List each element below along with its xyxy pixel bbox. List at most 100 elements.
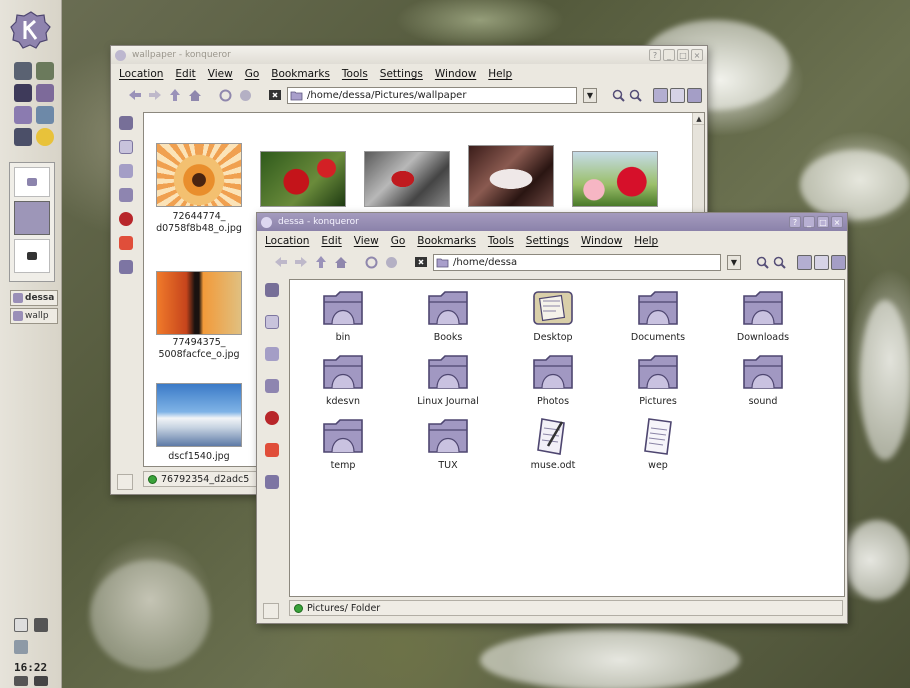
location-dropdown-button[interactable]: ▼	[583, 87, 597, 103]
help-button[interactable]: ?	[649, 49, 661, 61]
network-sidebar-icon[interactable]	[119, 236, 133, 250]
zoom-in-icon[interactable]	[611, 88, 626, 103]
maximize-button[interactable]: □	[677, 49, 689, 61]
globe-icon[interactable]	[36, 106, 54, 124]
up-arrow-icon[interactable]	[167, 87, 183, 103]
window-titlebar[interactable]: dessa - konqueror ? _ □ ×	[257, 213, 847, 231]
file-item-photos[interactable]: Photos	[503, 352, 603, 407]
bookmarks-icon[interactable]	[265, 283, 279, 297]
menu-edit[interactable]: Edit	[321, 235, 341, 247]
clock[interactable]: 16:22	[14, 661, 47, 674]
menu-help[interactable]: Help	[634, 235, 658, 247]
file-item-downloads[interactable]: Downloads	[713, 288, 813, 343]
terminal-icon[interactable]	[14, 62, 32, 80]
devices-icon[interactable]	[265, 315, 279, 329]
home-folder-icon[interactable]	[265, 379, 279, 393]
thumbnail-image[interactable]	[156, 143, 242, 207]
window-titlebar[interactable]: wallpaper - konqueror ? _ □ ×	[111, 46, 707, 64]
thumbnail-image[interactable]	[364, 151, 450, 207]
bookmarks-icon[interactable]	[119, 116, 133, 130]
file-icon-view[interactable]: bin Books Desktop Documents Downloads kd…	[289, 279, 845, 597]
thumbnail-image[interactable]	[572, 151, 658, 207]
taskbar-button-dessa[interactable]: dessa	[10, 290, 58, 306]
stop-icon[interactable]	[237, 87, 253, 103]
status-toggle[interactable]	[263, 603, 279, 619]
user-icon[interactable]	[14, 676, 28, 686]
reload-icon[interactable]	[363, 254, 379, 270]
menu-window[interactable]: Window	[581, 235, 622, 247]
history-icon[interactable]	[265, 347, 279, 361]
help-button[interactable]: ?	[789, 216, 801, 228]
close-button[interactable]: ×	[831, 216, 843, 228]
forward-arrow-icon[interactable]	[293, 254, 309, 270]
menu-view[interactable]: View	[208, 68, 233, 80]
tree-view-icon[interactable]	[687, 87, 702, 103]
menu-location[interactable]: Location	[265, 235, 309, 247]
lock-icon[interactable]	[34, 676, 48, 686]
zoom-out-icon[interactable]	[772, 255, 787, 270]
close-button[interactable]: ×	[691, 49, 703, 61]
menu-tools[interactable]: Tools	[342, 68, 368, 80]
thumbnail-image[interactable]	[156, 271, 242, 335]
file-item-tux[interactable]: TUX	[398, 416, 498, 471]
detail-view-icon[interactable]	[814, 254, 829, 270]
root-folder-icon[interactable]	[119, 260, 133, 274]
virtual-desktop-pager[interactable]	[9, 162, 55, 282]
menu-settings[interactable]: Settings	[526, 235, 569, 247]
forward-arrow-icon[interactable]	[147, 87, 163, 103]
home-icon[interactable]	[333, 254, 349, 270]
file-item-kdesvn[interactable]: kdesvn	[293, 352, 393, 407]
package-icon[interactable]	[36, 84, 54, 102]
file-item-muse-odt[interactable]: muse.odt	[503, 416, 603, 471]
thumbnail-image[interactable]	[260, 151, 346, 207]
home-icon[interactable]	[187, 87, 203, 103]
kde-menu-button[interactable]	[10, 10, 52, 50]
file-item-documents[interactable]: Documents	[608, 288, 708, 343]
network-icon[interactable]	[36, 62, 54, 80]
help-icon[interactable]	[36, 128, 54, 146]
taskbar-button-wallpaper[interactable]: wallp	[10, 308, 58, 324]
file-item-temp[interactable]: temp	[293, 416, 393, 471]
menu-edit[interactable]: Edit	[175, 68, 195, 80]
volume-icon[interactable]	[34, 618, 48, 632]
calculator-icon[interactable]	[14, 128, 32, 146]
clear-location-icon[interactable]	[413, 254, 429, 270]
location-input[interactable]: /home/dessa/Pictures/wallpaper	[287, 86, 577, 104]
menu-settings[interactable]: Settings	[380, 68, 423, 80]
menu-bookmarks[interactable]: Bookmarks	[271, 68, 330, 80]
editor-icon[interactable]	[14, 106, 32, 124]
back-arrow-icon[interactable]	[127, 87, 143, 103]
file-item-sound[interactable]: sound	[713, 352, 813, 407]
file-item-linux-journal[interactable]: Linux Journal	[398, 352, 498, 407]
location-input[interactable]: /home/dessa	[433, 253, 721, 271]
icon-view-icon[interactable]	[653, 87, 668, 103]
clear-location-icon[interactable]	[267, 87, 283, 103]
up-arrow-icon[interactable]	[313, 254, 329, 270]
root-folder-icon[interactable]	[265, 475, 279, 489]
icon-view-icon[interactable]	[797, 254, 812, 270]
menu-bookmarks[interactable]: Bookmarks	[417, 235, 476, 247]
services-icon[interactable]	[265, 411, 279, 425]
file-item-pictures[interactable]: Pictures	[608, 352, 708, 407]
detail-view-icon[interactable]	[670, 87, 685, 103]
keyboard-icon[interactable]	[14, 640, 28, 654]
menu-go[interactable]: Go	[391, 235, 406, 247]
devices-icon[interactable]	[119, 140, 133, 154]
network-sidebar-icon[interactable]	[265, 443, 279, 457]
menu-help[interactable]: Help	[488, 68, 512, 80]
menu-tools[interactable]: Tools	[488, 235, 514, 247]
file-item-wep[interactable]: wep	[608, 416, 708, 471]
scroll-up-icon[interactable]: ▲	[693, 113, 704, 125]
file-item-desktop[interactable]: Desktop	[503, 288, 603, 343]
maximize-button[interactable]: □	[817, 216, 829, 228]
location-dropdown-button[interactable]: ▼	[727, 254, 741, 270]
thumbnail-image[interactable]	[468, 145, 554, 207]
file-item-books[interactable]: Books	[398, 288, 498, 343]
status-toggle[interactable]	[117, 474, 133, 490]
minimize-button[interactable]: _	[663, 49, 675, 61]
reload-icon[interactable]	[217, 87, 233, 103]
services-icon[interactable]	[119, 212, 133, 226]
book-icon[interactable]	[14, 84, 32, 102]
menu-go[interactable]: Go	[245, 68, 260, 80]
thumbnail-image[interactable]	[156, 383, 242, 447]
